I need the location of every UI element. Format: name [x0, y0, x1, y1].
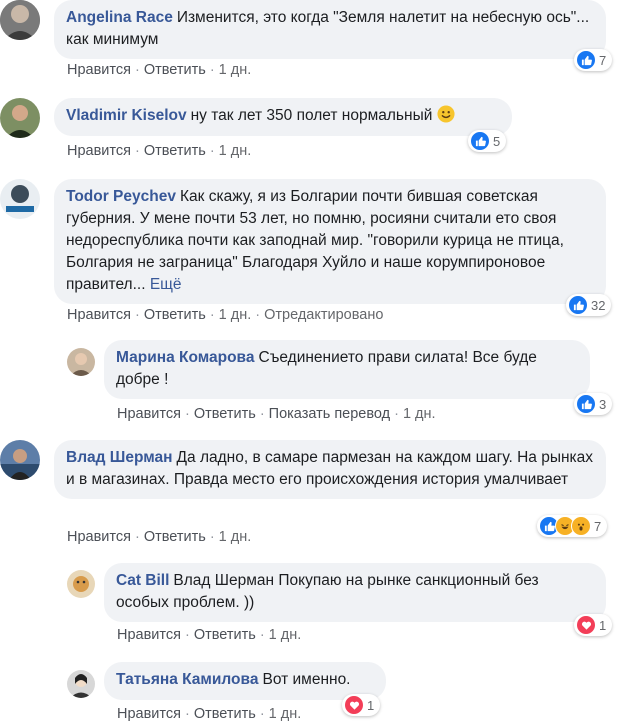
comment-bubble: Todor Peychev Как скажу, я из Болгарии по… [54, 179, 606, 304]
comment-text: Вот именно. [262, 671, 351, 688]
reaction-summary[interactable]: 7 [574, 49, 613, 71]
reaction-summary[interactable]: 5 [468, 130, 507, 152]
edited-label: Отредактировано [264, 307, 384, 323]
reaction-count: 1 [599, 617, 607, 633]
like-icon [576, 50, 596, 70]
like-link[interactable]: Нравится [67, 62, 131, 78]
reaction-summary[interactable]: 1 [574, 614, 613, 636]
timestamp[interactable]: 1 дн. [219, 143, 252, 159]
reply-link[interactable]: Ответить [194, 706, 256, 722]
avatar[interactable] [0, 440, 40, 480]
like-icon [576, 394, 596, 414]
heart-icon [576, 615, 596, 635]
reaction-summary[interactable]: 7 [537, 515, 608, 537]
comment-bubble: Angelina Race Изменится, это когда "Земля… [54, 0, 606, 59]
timestamp[interactable]: 1 дн. [219, 62, 252, 78]
reply-link[interactable]: Ответить [194, 627, 256, 643]
reaction-count: 32 [591, 297, 606, 313]
comment-author[interactable]: Todor Peychev [66, 188, 176, 205]
avatar[interactable] [67, 570, 95, 598]
reaction-count: 7 [599, 52, 607, 68]
comment-bubble: Татьяна Камилова Вот именно. [104, 662, 386, 700]
reply-link[interactable]: Ответить [194, 406, 256, 422]
reaction-count: 7 [594, 518, 602, 534]
wow-icon [571, 516, 591, 536]
comment-author[interactable]: Cat Bill [116, 572, 169, 589]
smile-emoji-icon [437, 105, 455, 123]
avatar[interactable] [0, 98, 40, 138]
comment-text: Влад Шерман Покупаю на рынке санкционный… [116, 572, 539, 611]
avatar[interactable] [0, 0, 40, 40]
reply-link[interactable]: Ответить [144, 143, 206, 159]
reaction-summary[interactable]: 1 [342, 694, 381, 716]
comment-actions: Нравится · Ответить · 1 дн. [117, 627, 302, 643]
like-link[interactable]: Нравится [117, 406, 181, 422]
like-link[interactable]: Нравится [117, 706, 181, 722]
avatar[interactable] [0, 179, 40, 219]
comment-actions: Нравится · Ответить · 1 дн. [67, 529, 252, 545]
comment-author[interactable]: Марина Комарова [116, 349, 255, 366]
comment-author[interactable]: Татьяна Камилова [116, 671, 258, 688]
comment-author[interactable]: Влад Шерман [66, 449, 173, 466]
comment-text: ну так лет 350 полет нормальный [190, 107, 433, 124]
timestamp[interactable]: 1 дн. [219, 307, 252, 323]
comment-actions: Нравится · Ответить · 1 дн. [117, 706, 302, 722]
comment-bubble: Влад Шерман Да ладно, в самаре пармезан н… [54, 440, 606, 499]
comment-bubble: Vladimir Kiselov ну так лет 350 полет нор… [54, 98, 512, 136]
like-icon [568, 295, 588, 315]
reply-link[interactable]: Ответить [144, 529, 206, 545]
comment-actions: Нравится · Ответить · Показать перевод · 1 дн. [117, 406, 436, 422]
timestamp[interactable]: 1 дн. [269, 706, 302, 722]
like-link[interactable]: Нравится [67, 529, 131, 545]
heart-icon [344, 695, 364, 715]
comment-bubble: Cat Bill Влад Шерман Покупаю на рынке сан… [104, 563, 606, 622]
avatar[interactable] [67, 670, 95, 698]
like-link[interactable]: Нравится [67, 307, 131, 323]
reaction-summary[interactable]: 3 [574, 393, 613, 415]
avatar[interactable] [67, 348, 95, 376]
reaction-summary[interactable]: 32 [566, 294, 612, 316]
comment-actions: Нравится · Ответить · 1 дн. · Отредактировано [67, 307, 384, 323]
like-link[interactable]: Нравится [67, 143, 131, 159]
reaction-count: 5 [493, 133, 501, 149]
reaction-count: 1 [367, 697, 375, 713]
translate-link[interactable]: Показать перевод [269, 406, 390, 422]
reply-link[interactable]: Ответить [144, 307, 206, 323]
reply-link[interactable]: Ответить [144, 62, 206, 78]
timestamp[interactable]: 1 дн. [403, 406, 436, 422]
comment-bubble: Марина Комарова Съединението прави силата… [104, 340, 590, 399]
timestamp[interactable]: 1 дн. [219, 529, 252, 545]
comment-actions: Нравится · Ответить · 1 дн. [67, 62, 252, 78]
comment-actions: Нравится · Ответить · 1 дн. [67, 143, 252, 159]
reaction-count: 3 [599, 396, 607, 412]
see-more-link[interactable]: Ещё [150, 276, 182, 293]
like-link[interactable]: Нравится [117, 627, 181, 643]
timestamp[interactable]: 1 дн. [269, 627, 302, 643]
comment-author[interactable]: Vladimir Kiselov [66, 107, 187, 124]
like-icon [470, 131, 490, 151]
comment-author[interactable]: Angelina Race [66, 9, 173, 26]
